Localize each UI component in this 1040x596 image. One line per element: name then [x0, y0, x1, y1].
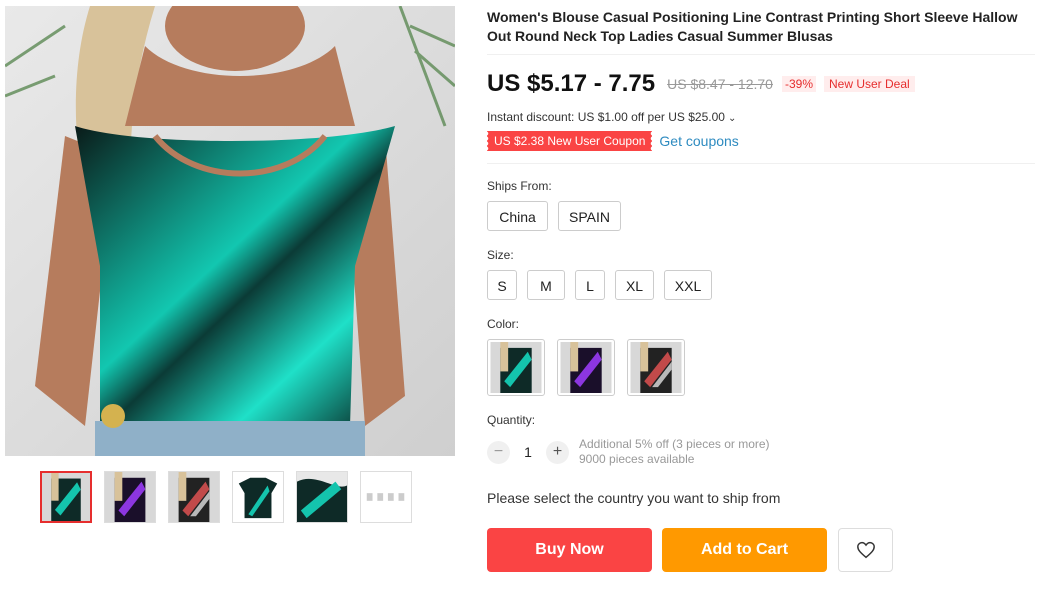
buy-now-button[interactable]: Buy Now	[487, 528, 652, 572]
size-l[interactable]: L	[575, 270, 605, 300]
action-buttons: Buy Now Add to Cart	[487, 528, 1035, 572]
thumbnail-size-chart[interactable]	[360, 471, 412, 523]
ships-from-spain[interactable]: SPAIN	[558, 201, 621, 231]
size-options: S M L XL XXL	[487, 270, 1035, 300]
bulk-discount-note: Additional 5% off (3 pieces or more)	[579, 437, 770, 451]
color-option-purple[interactable]	[557, 339, 615, 396]
thumbnail-flat-lay[interactable]	[232, 471, 284, 523]
color-option-multicolor[interactable]	[627, 339, 685, 396]
divider	[487, 163, 1035, 164]
chevron-down-icon: ⌄	[727, 113, 737, 124]
wishlist-button[interactable]	[838, 528, 893, 572]
thumbnail-teal[interactable]	[40, 471, 92, 523]
size-m[interactable]: M	[527, 270, 565, 300]
size-label: Size:	[487, 248, 514, 262]
quantity-stepper: − 1 + Additional 5% off (3 pieces or mor…	[487, 437, 1035, 467]
price-row: US $5.17 - 7.75 US $8.47 - 12.70 -39% Ne…	[487, 67, 1035, 101]
ships-from-china[interactable]: China	[487, 201, 548, 231]
thumbnail-detail[interactable]	[296, 471, 348, 523]
main-product-image[interactable]	[5, 6, 455, 456]
ships-from-section: Ships From: China SPAIN	[487, 179, 1035, 231]
discount-badge: -39%	[781, 76, 816, 92]
quantity-label: Quantity:	[487, 413, 536, 427]
quantity-decrease-button[interactable]: −	[487, 440, 510, 464]
product-photo	[5, 6, 455, 456]
coupon-row: US $2.38 New User Coupon Get coupons	[485, 131, 1035, 151]
original-price: US $8.47 - 12.70	[667, 76, 773, 92]
size-s[interactable]: S	[487, 270, 517, 300]
instant-discount-text: Instant discount: US $1.00 off per US $2…	[487, 110, 725, 124]
ships-from-options: China SPAIN	[487, 201, 1035, 231]
new-user-coupon[interactable]: US $2.38 New User Coupon	[485, 131, 653, 151]
size-section: Size: S M L XL XXL	[487, 248, 1035, 300]
instant-discount[interactable]: Instant discount: US $1.00 off per US $2…	[487, 110, 1035, 124]
ships-from-label: Ships From:	[487, 179, 552, 193]
shipping-notice: Please select the country you want to sh…	[487, 490, 781, 506]
quantity-input[interactable]: 1	[510, 444, 546, 460]
price: US $5.17 - 7.75	[487, 70, 656, 97]
thumbnail-purple[interactable]	[104, 471, 156, 523]
size-xl[interactable]: XL	[615, 270, 654, 300]
thumbnail-multicolor[interactable]	[168, 471, 220, 523]
color-options	[487, 339, 1035, 396]
thumbnail-strip	[40, 471, 412, 523]
product-info-panel: Women's Blouse Casual Positioning Line C…	[485, 6, 1035, 572]
color-option-teal[interactable]	[487, 339, 545, 396]
add-to-cart-button[interactable]: Add to Cart	[662, 528, 827, 572]
product-title: Women's Blouse Casual Positioning Line C…	[487, 9, 1018, 44]
quantity-section: Quantity: − 1 + Additional 5% off (3 pie…	[487, 413, 1035, 467]
divider	[487, 54, 1035, 55]
quantity-notes: Additional 5% off (3 pieces or more) 900…	[579, 437, 770, 467]
quantity-increase-button[interactable]: +	[546, 440, 569, 464]
color-section: Color:	[487, 317, 1035, 396]
get-coupons-link[interactable]: Get coupons	[659, 133, 738, 149]
stock-available: 9000 pieces available	[579, 452, 695, 466]
color-label: Color:	[487, 317, 520, 331]
size-xxl[interactable]: XXL	[664, 270, 712, 300]
new-user-deal-badge: New User Deal	[823, 76, 915, 92]
heart-icon	[856, 541, 875, 559]
